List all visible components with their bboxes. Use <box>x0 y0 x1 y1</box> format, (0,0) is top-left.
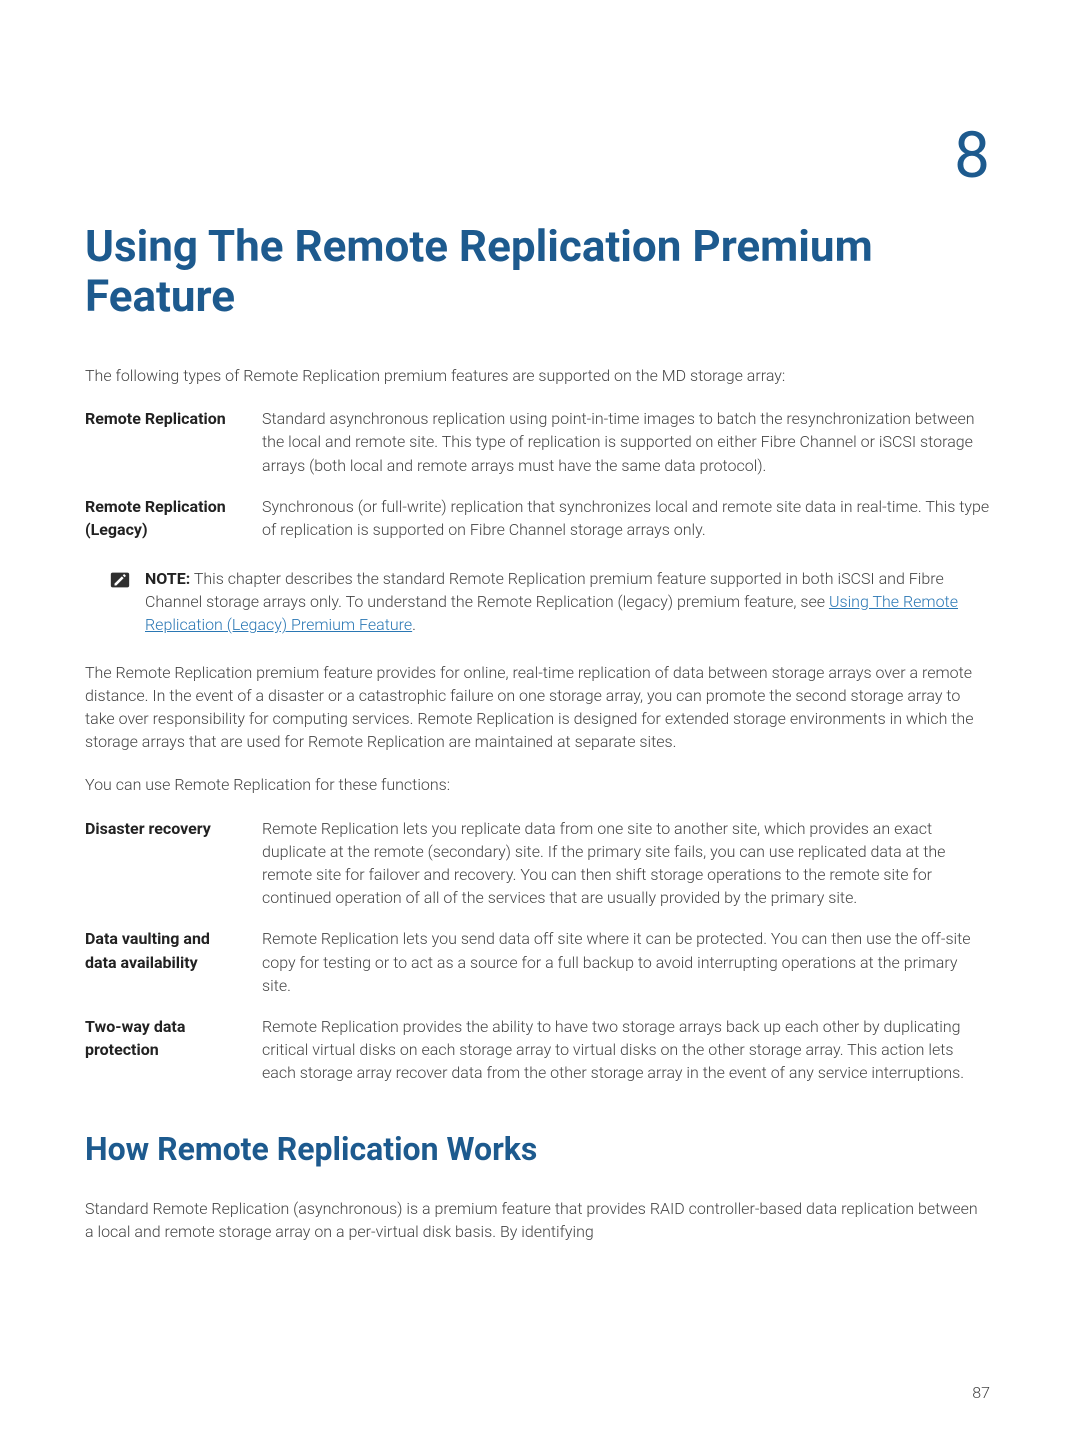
intro-paragraph: The following types of Remote Replicatio… <box>85 364 990 387</box>
note-block: NOTE: This chapter describes the standar… <box>109 567 990 637</box>
definition-list-functions: Disaster recovery Remote Replication let… <box>85 817 990 1085</box>
def-desc: Remote Replication provides the ability … <box>262 1015 990 1085</box>
definition-list-replication-types: Remote Replication Standard asynchronous… <box>85 407 990 541</box>
page-title: Using The Remote Replication Premium Fea… <box>85 221 990 322</box>
def-term: Data vaulting and data availability <box>85 927 240 997</box>
chapter-number: 8 <box>85 110 990 203</box>
note-text-after-link: . <box>412 615 416 634</box>
note-content: NOTE: This chapter describes the standar… <box>145 567 990 637</box>
section-heading: How Remote Replication Works <box>85 1126 990 1172</box>
def-desc: Synchronous (or full-write) replication … <box>262 495 990 541</box>
note-text-before-link: This chapter describes the standard Remo… <box>145 569 944 611</box>
def-desc: Remote Replication lets you replicate da… <box>262 817 990 910</box>
def-term: Remote Replication (Legacy) <box>85 495 240 541</box>
def-term: Two-way data protection <box>85 1015 240 1085</box>
body-paragraph: Standard Remote Replication (asynchronou… <box>85 1197 990 1243</box>
def-desc: Remote Replication lets you send data of… <box>262 927 990 997</box>
def-term: Remote Replication <box>85 407 240 477</box>
body-paragraph: You can use Remote Replication for these… <box>85 773 990 796</box>
def-desc: Standard asynchronous replication using … <box>262 407 990 477</box>
note-label: NOTE: <box>145 569 190 588</box>
body-paragraph: The Remote Replication premium feature p… <box>85 661 990 754</box>
pencil-icon <box>109 569 131 591</box>
def-term: Disaster recovery <box>85 817 240 910</box>
page-number: 87 <box>972 1381 990 1404</box>
